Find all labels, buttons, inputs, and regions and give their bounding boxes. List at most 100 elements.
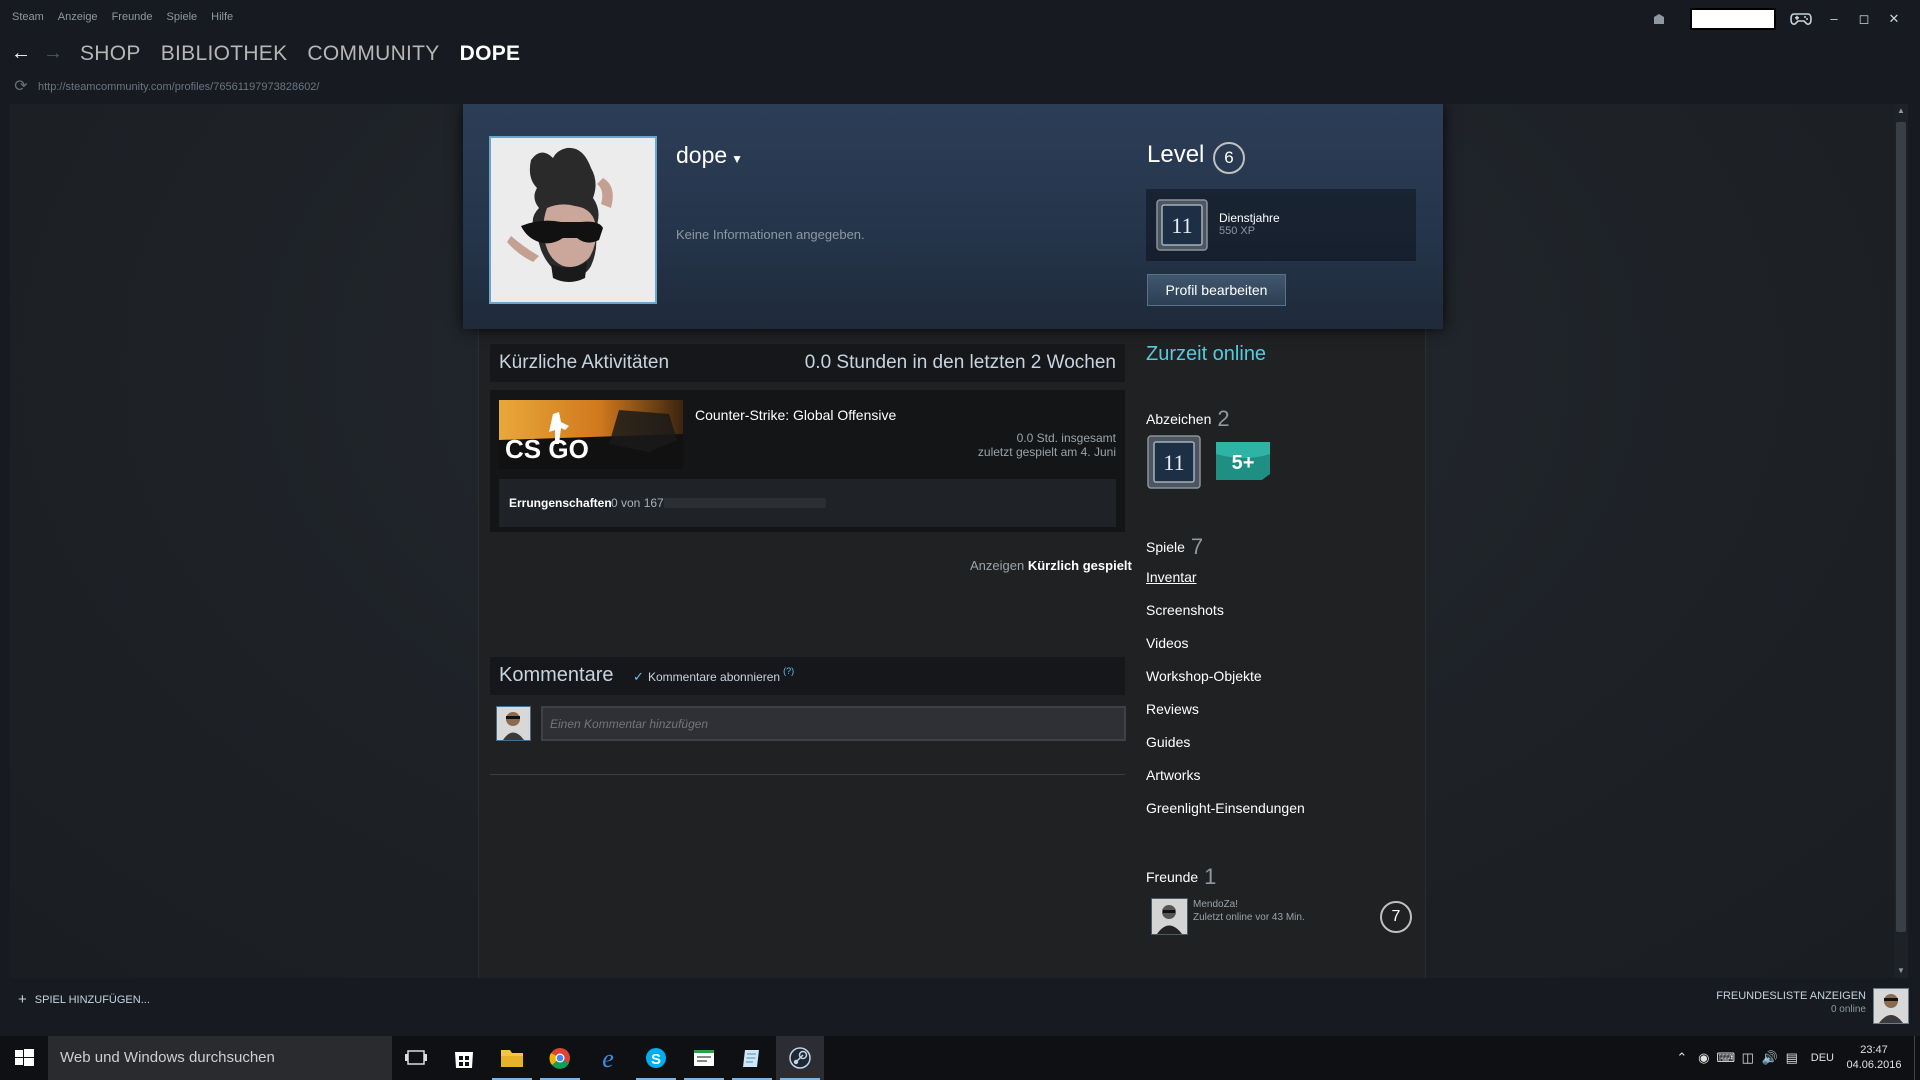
scroll-up-icon[interactable]: ▲ <box>1894 104 1908 118</box>
favorite-badge[interactable]: 11 Dienstjahre 550 XP <box>1146 189 1416 261</box>
chevron-down-icon[interactable]: ▼ <box>731 152 743 166</box>
svg-text:CS GO: CS GO <box>505 434 589 464</box>
achievements-count: 0 von 167 <box>611 496 664 510</box>
edit-profile-button[interactable]: Profil bearbeiten <box>1147 274 1286 306</box>
profile-header: dope ▼ Keine Informationen angegeben. Lev… <box>463 104 1443 329</box>
link-reviews[interactable]: Reviews <box>1146 701 1199 717</box>
game-title[interactable]: Counter-Strike: Global Offensive <box>695 407 896 423</box>
link-inventory[interactable]: Inventar <box>1146 569 1197 585</box>
view-prefix: Anzeigen <box>970 558 1025 573</box>
recent-hours: 0.0 Stunden in den letzten 2 Wochen <box>804 352 1116 373</box>
comment-input[interactable] <box>541 706 1126 741</box>
link-greenlight[interactable]: Greenlight-Einsendungen <box>1146 800 1305 816</box>
chevron-up-icon[interactable]: ⌃ <box>1671 1047 1693 1069</box>
language-indicator[interactable]: DEU <box>1811 1052 1834 1064</box>
achievements-row[interactable]: Errungenschaften 0 von 167 <box>499 479 1116 527</box>
link-videos[interactable]: Videos <box>1146 635 1189 651</box>
menu-help[interactable]: Hilfe <box>211 11 233 23</box>
svg-text:11: 11 <box>1163 450 1184 475</box>
achievements-label: Errungenschaften <box>509 496 612 510</box>
notes-icon[interactable] <box>728 1036 776 1080</box>
level-badge[interactable]: 6 <box>1213 142 1245 174</box>
friend-status: Zuletzt online vor 43 Min. <box>1193 912 1305 923</box>
url-text[interactable]: http://steamcommunity.com/profiles/76561… <box>38 81 319 93</box>
svg-text:e: e <box>602 1044 614 1073</box>
page-scrollbar[interactable]: ▲ ▼ <box>1894 104 1908 978</box>
minimize-icon[interactable]: – <box>1826 11 1842 27</box>
tab-community[interactable]: COMMUNITY <box>307 42 439 66</box>
network-icon[interactable]: ◫ <box>1737 1047 1759 1069</box>
menu-friends[interactable]: Freunde <box>112 11 153 23</box>
comments-title: Kommentare <box>499 664 614 686</box>
show-desktop-button[interactable] <box>1914 1036 1920 1080</box>
skype-icon[interactable]: S <box>632 1036 680 1080</box>
tab-shop[interactable]: SHOP <box>80 42 141 66</box>
commenter-avatar[interactable] <box>496 706 531 741</box>
view-friends-list-button[interactable]: FREUNDESLISTE ANZEIGEN 0 online <box>1716 990 1866 1015</box>
task-view-icon[interactable] <box>392 1036 440 1080</box>
url-bar: ⟳ http://steamcommunity.com/profiles/765… <box>0 74 1920 104</box>
chrome-icon[interactable] <box>536 1036 584 1080</box>
windows-start-icon[interactable] <box>0 1036 48 1080</box>
action-center-icon[interactable]: ▤ <box>1781 1047 1803 1069</box>
help-link[interactable]: (?) <box>783 666 794 676</box>
forward-arrow-icon[interactable]: → <box>42 42 64 64</box>
account-name-box[interactable] <box>1690 8 1776 30</box>
back-arrow-icon[interactable]: ← <box>10 42 32 64</box>
file-explorer-icon[interactable] <box>488 1036 536 1080</box>
friend-name[interactable]: MendoZa! <box>1193 899 1238 910</box>
view-recently-played[interactable]: Anzeigen Kürzlich gespielt <box>970 558 1132 573</box>
game-capsule-image[interactable]: CS GO <box>499 400 683 469</box>
scroll-down-icon[interactable]: ▼ <box>1894 964 1908 978</box>
add-game-label: SPIEL HINZUFÜGEN... <box>34 993 150 1006</box>
profile-avatar[interactable] <box>489 136 657 304</box>
tab-profile[interactable]: DOPE <box>460 42 521 66</box>
scroll-thumb[interactable] <box>1896 122 1906 932</box>
steam-taskbar-icon[interactable] <box>776 1036 824 1080</box>
reload-icon[interactable]: ⟳ <box>12 78 30 96</box>
menu-games[interactable]: Spiele <box>167 11 198 23</box>
friends-online-count: 0 online <box>1830 1004 1866 1015</box>
close-icon[interactable]: ✕ <box>1886 11 1902 27</box>
menu-view[interactable]: Anzeige <box>58 11 98 23</box>
link-screenshots[interactable]: Screenshots <box>1146 602 1224 618</box>
plus-icon: + <box>18 991 27 1008</box>
recently-played-link[interactable]: Kürzlich gespielt <box>1028 558 1132 573</box>
add-game-button[interactable]: + SPIEL HINZUFÜGEN... <box>18 991 150 1008</box>
clock-time: 23:47 <box>1860 1044 1888 1056</box>
years-of-service-icon: 11 <box>1156 199 1208 251</box>
user-avatar[interactable] <box>1873 988 1909 1024</box>
subscribe-label[interactable]: Kommentare abonnieren <box>648 670 780 684</box>
volume-icon[interactable]: 🔊 <box>1759 1047 1781 1069</box>
link-guides[interactable]: Guides <box>1146 734 1190 750</box>
ime-icon[interactable]: ⌨ <box>1715 1047 1737 1069</box>
taskbar-search[interactable]: Web und Windows durchsuchen <box>48 1036 392 1080</box>
clock[interactable]: 23:47 04.06.2016 <box>1844 1043 1904 1073</box>
years-badge-icon[interactable]: 11 <box>1147 435 1201 489</box>
svg-text:11: 11 <box>1171 213 1192 238</box>
steam-tray-icon[interactable]: ◉ <box>1693 1047 1715 1069</box>
maximize-icon[interactable]: ◻ <box>1856 11 1872 27</box>
link-artworks[interactable]: Artworks <box>1146 767 1200 783</box>
games-section[interactable]: Spiele 7 <box>1146 532 1203 559</box>
persona-name[interactable]: dope ▼ <box>676 142 743 169</box>
menu-steam[interactable]: Steam <box>12 11 44 23</box>
edge-icon[interactable]: e <box>584 1036 632 1080</box>
menu-bar: Steam Anzeige Freunde Spiele Hilfe <box>12 11 233 23</box>
games-badge-icon[interactable]: 5+ <box>1214 440 1272 482</box>
app-window-icon[interactable] <box>680 1036 728 1080</box>
subscribe-comments[interactable]: ✓ Kommentare abonnieren (?) <box>633 666 794 684</box>
link-workshop[interactable]: Workshop-Objekte <box>1146 668 1262 684</box>
tab-library[interactable]: BIBLIOTHEK <box>161 42 288 66</box>
level-label: Level <box>1147 141 1205 168</box>
svg-text:5+: 5+ <box>1232 452 1255 474</box>
store-icon[interactable] <box>440 1036 488 1080</box>
big-picture-icon[interactable] <box>1790 11 1812 27</box>
friend-avatar[interactable] <box>1151 898 1188 935</box>
checkmark-icon[interactable]: ✓ <box>633 670 645 683</box>
nav-bar: ← → SHOP BIBLIOTHEK COMMUNITY DOPE <box>0 34 1920 74</box>
friends-section[interactable]: Freunde 1 <box>1146 862 1216 889</box>
notification-icon[interactable] <box>1652 12 1666 26</box>
persona-name-text: dope <box>676 142 728 168</box>
badges-section[interactable]: Abzeichen 2 <box>1146 404 1230 431</box>
